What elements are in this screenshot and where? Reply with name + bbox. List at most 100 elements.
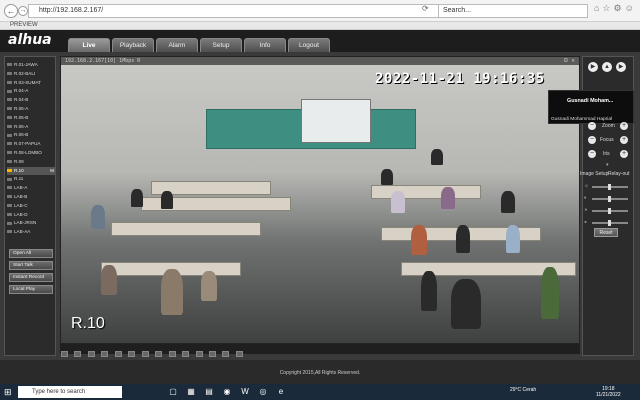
address-bar[interactable]: http://192.168.2.167/ <box>28 4 440 18</box>
camera-item[interactable]: LAB-AA <box>7 228 55 237</box>
ptz-right-icon[interactable]: ▶ <box>616 62 626 72</box>
camera-item[interactable]: R.06-A <box>7 123 55 132</box>
browser-toolbar-icons[interactable]: ⌂☆⚙☺ <box>594 3 637 14</box>
iris-open-icon[interactable]: + <box>620 150 628 158</box>
browser-search-input[interactable]: Search... <box>438 4 588 18</box>
camera-icon <box>7 204 12 208</box>
tab-info[interactable]: Info <box>244 38 286 52</box>
brand-logo: alhua <box>8 32 52 48</box>
tab-playback[interactable]: Playback <box>112 38 154 52</box>
browser-tab-title[interactable]: PREVIEW <box>10 22 38 28</box>
slider-knob[interactable] <box>608 208 611 214</box>
camera-item[interactable]: R.11 <box>7 175 55 184</box>
zoom-icon[interactable] <box>141 351 149 357</box>
camera-item[interactable]: LAB-JRSN <box>7 219 55 228</box>
instant-record-button[interactable]: Instant Record <box>9 273 53 282</box>
camera-item[interactable]: R.05-A <box>7 105 55 114</box>
file-explorer-icon[interactable]: ▤ <box>204 387 214 397</box>
camera-icon <box>7 133 12 137</box>
focus-in-icon[interactable]: + <box>620 136 628 144</box>
contrast-icon: ◐ <box>584 195 588 201</box>
camera-item[interactable]: R.05-B <box>7 114 55 123</box>
reset-button[interactable]: Reset <box>594 228 618 237</box>
person-image <box>441 187 455 209</box>
slider-knob[interactable] <box>608 220 611 226</box>
audio-icon[interactable] <box>182 351 190 357</box>
forward-icon[interactable]: → <box>18 6 28 16</box>
live-video-view[interactable]: 192.168.2.167[10] 1Mbps R ⊡ ✕ 2022-11-21… <box>60 56 580 344</box>
camera-item[interactable]: LAB-D <box>7 211 55 220</box>
camera-item[interactable]: R.08-LOMBO <box>7 149 55 158</box>
camera-item[interactable]: LAB-B <box>7 193 55 202</box>
taskbar-clock[interactable]: 19:18 11/21/2022 <box>596 386 621 398</box>
hue-slider[interactable] <box>592 220 628 226</box>
edge-icon[interactable]: ◉ <box>222 387 232 397</box>
camera-item[interactable]: R.04-A <box>7 87 55 96</box>
copyright-text: Copyright 2015,All Rights Reserved. <box>279 370 361 376</box>
user-tooltip: Gusnadi Moham... Gusnadi Mohammad Hapria… <box>548 90 634 124</box>
stream-icon[interactable] <box>208 351 216 357</box>
camera-icon <box>7 151 12 155</box>
tab-alarm[interactable]: Alarm <box>156 38 198 52</box>
focus-out-icon[interactable]: − <box>588 136 596 144</box>
zoom-out-icon[interactable]: − <box>588 122 596 130</box>
tab-relay-out[interactable]: Relay-out <box>608 171 629 177</box>
layout-1-icon[interactable] <box>61 351 68 357</box>
iris-close-icon[interactable]: − <box>588 150 596 158</box>
taskbar-search-input[interactable]: Type here to search <box>18 386 122 398</box>
camera-item[interactable]: LAB-C <box>7 202 55 211</box>
camera-icon <box>7 212 12 216</box>
layout-16-icon[interactable] <box>101 351 109 357</box>
tab-image-setup[interactable]: Image Setup <box>580 171 608 177</box>
camera-icon <box>7 230 12 234</box>
open-all-button[interactable]: Open All <box>9 249 53 258</box>
layout-4-icon[interactable] <box>74 351 82 357</box>
camera-item[interactable]: R.02-BALI <box>7 70 55 79</box>
record-icon[interactable] <box>168 351 176 357</box>
camera-item[interactable]: LAB-A <box>7 184 55 193</box>
close-all-icon[interactable] <box>222 351 230 357</box>
fullscreen-icon[interactable] <box>114 351 122 357</box>
fit-icon[interactable] <box>128 351 136 357</box>
widgets-icon[interactable]: ▦ <box>186 387 196 397</box>
settings-icon[interactable] <box>235 351 243 357</box>
camera-item[interactable]: R.03-SUMAT <box>7 79 55 88</box>
ptz-up-icon[interactable]: ▲ <box>602 62 612 72</box>
stream-info: 192.168.2.167[10] 1Mbps R <box>65 58 141 64</box>
camera-item[interactable]: R.07-PAPUA <box>7 140 55 149</box>
local-play-button[interactable]: Local Play <box>9 285 53 294</box>
refresh-icon[interactable]: ⟳ <box>422 4 429 13</box>
camera-item[interactable]: R.04-B <box>7 96 55 105</box>
tab-setup[interactable]: Setup <box>200 38 242 52</box>
word-icon[interactable]: W <box>240 387 250 397</box>
snapshot-icon[interactable] <box>155 351 163 357</box>
camera-item[interactable]: R.06-B <box>7 131 55 140</box>
person-image <box>411 225 427 255</box>
clock-date: 11/21/2022 <box>596 392 621 398</box>
tab-live[interactable]: Live <box>68 38 110 52</box>
camera-item[interactable]: R.01-JAWA <box>7 61 55 70</box>
brightness-slider[interactable] <box>592 184 628 190</box>
contrast-slider[interactable] <box>592 196 628 202</box>
ptz-left-icon[interactable]: ▶ <box>588 62 598 72</box>
chrome-icon[interactable]: ◎ <box>258 387 268 397</box>
start-talk-button[interactable]: Start Talk <box>9 261 53 270</box>
slider-knob[interactable] <box>608 184 611 190</box>
camera-item-selected[interactable]: R.10 M <box>7 166 55 176</box>
back-icon[interactable]: ← <box>4 4 18 18</box>
video-window-icons[interactable]: ⊡ ✕ <box>564 57 575 65</box>
windows-start-icon[interactable]: ⊞ <box>4 387 14 397</box>
weather-widget[interactable]: 29°C Cerah <box>510 387 536 393</box>
talk-icon[interactable] <box>195 351 203 357</box>
hue-icon: ◒ <box>584 219 588 225</box>
slider-knob[interactable] <box>608 196 611 202</box>
collapse-icon[interactable]: ▾ <box>606 162 609 168</box>
zoom-in-icon[interactable]: + <box>620 122 628 130</box>
tab-logout[interactable]: Logout <box>288 38 330 52</box>
camera-item[interactable]: R.09 <box>7 158 55 167</box>
saturation-slider[interactable] <box>592 208 628 214</box>
projector-screen-image <box>301 99 371 143</box>
task-view-icon[interactable]: ▢ <box>168 387 178 397</box>
layout-9-icon[interactable] <box>87 351 95 357</box>
browser-icon[interactable]: e <box>276 387 286 397</box>
